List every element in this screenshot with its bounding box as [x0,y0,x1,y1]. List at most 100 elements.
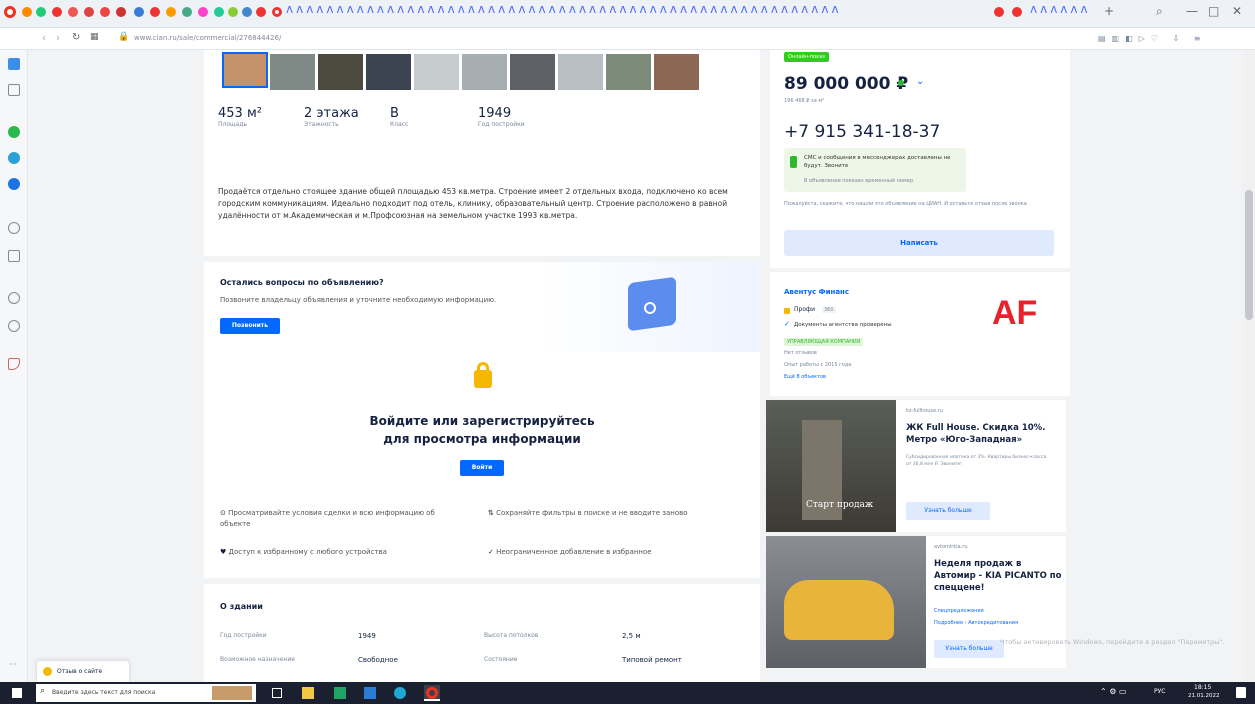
check-icon: ✓ [488,548,497,556]
tab-icon[interactable] [150,7,160,17]
history-icon[interactable] [8,320,20,332]
url-input[interactable]: www.cian.ru/sale/commercial/276844426/ [134,34,281,42]
ad-text-2[interactable]: Подробнее › Автокредитования [934,620,1018,626]
ad-button[interactable]: Узнать больше [906,502,990,520]
tab-icon[interactable] [182,7,192,17]
gallery-thumbnail[interactable] [414,54,459,90]
sidebar-tabs-icon[interactable] [8,58,20,70]
ad-block-2[interactable]: avtomirkia.ru Неделя продаж в Автомир - … [766,536,1066,668]
telegram-icon[interactable] [8,152,20,164]
gallery-thumbnail[interactable] [462,54,507,90]
back-icon[interactable]: ‹ [42,33,46,44]
ad-title[interactable]: ЖК Full House. Скидка 10%. Метро «Юго-За… [906,422,1060,446]
pin-icon[interactable] [8,358,20,370]
tab-icon[interactable] [116,7,126,17]
edge-icon[interactable] [394,687,406,699]
phone-number[interactable]: +7 915 341-18-37 [784,122,940,142]
search-tabs-icon[interactable]: ⌕ [1156,4,1163,19]
ad-title[interactable]: Неделя продаж в Автомир - KIA PICANTO по… [934,558,1062,594]
ad-domain[interactable]: avtomirkia.ru [934,544,968,550]
messenger-icon[interactable] [8,178,20,190]
tray-icons[interactable]: ⌃ ⚙ ▭ [1100,687,1127,696]
task-view-icon[interactable] [272,688,282,698]
tab-icon[interactable] [994,7,1004,17]
heart-icon[interactable] [8,292,20,304]
car-graphic [784,580,894,640]
maximize-button[interactable]: □ [1208,4,1219,18]
player-icon[interactable] [8,250,20,262]
language-indicator[interactable]: РУС [1154,688,1165,695]
tab-strip-right[interactable]: ʌʌʌʌʌʌ [1030,2,1100,22]
gallery-thumbnail[interactable] [366,54,411,90]
opera-icon[interactable] [424,685,440,701]
scrollbar[interactable] [1243,50,1255,682]
ad-block-1[interactable]: Старт продаж kz-fullhouse.ru ЖК Full Hou… [766,400,1066,532]
close-button[interactable]: ✕ [1232,4,1242,18]
gallery-thumbnail[interactable] [606,54,651,90]
tab-icon[interactable] [52,7,62,17]
tabs-grid-icon[interactable]: ▦ [90,32,99,42]
word-icon[interactable] [364,687,376,699]
tab-icon[interactable] [100,7,110,17]
forward-icon[interactable]: › [56,33,60,44]
tab-icon[interactable] [68,7,78,17]
ad-button[interactable]: Узнать больше [934,640,1004,658]
settings-icon[interactable] [8,222,20,234]
tab-icon[interactable] [198,7,208,17]
tab-icon[interactable] [214,7,224,17]
taskbar-app-icon[interactable] [302,687,314,699]
tab-icon[interactable] [166,7,176,17]
tab-icon[interactable] [22,7,32,17]
ad-text[interactable]: Спецпредложения [934,608,984,614]
about-value: Свободное [358,656,398,664]
feedback-button[interactable]: Отзыв о сайте [36,660,130,682]
tab-strip[interactable]: ʌʌʌʌʌʌʌʌʌʌʌʌʌʌʌʌʌʌʌʌʌʌʌʌʌʌʌʌʌʌʌʌʌʌʌʌʌʌʌʌ… [286,2,946,22]
clock-time[interactable]: 18:15 [1194,684,1211,691]
excel-icon[interactable] [334,687,346,699]
whatsapp-icon[interactable] [8,126,20,138]
gallery-thumbnail[interactable] [222,52,268,88]
about-key: Состояние [484,656,518,663]
tab-icon[interactable] [272,7,282,17]
tab-icon[interactable] [84,7,94,17]
tab-icon[interactable] [256,7,266,17]
gallery-thumbnail[interactable] [558,54,603,90]
minimize-button[interactable]: — [1186,4,1198,18]
price-per-meter: 196 468 ₽ за м² [784,98,825,104]
write-button[interactable]: Написать [784,230,1054,256]
gallery-thumbnail[interactable] [270,54,315,90]
price-trend-icon[interactable] [898,80,904,86]
check-icon: ✓ [784,320,790,328]
ad-car-image[interactable] [766,536,926,668]
tab-icon[interactable] [242,7,252,17]
gallery-thumbnail[interactable] [654,54,699,90]
gallery-thumbnail[interactable] [510,54,555,90]
taskbar-search-input[interactable]: ⌕ Введите здесь текст для поиска [36,684,256,702]
stat-label: Этажность [304,121,339,128]
tab-icon[interactable] [228,7,238,17]
agency-name[interactable]: Авентус Финанс [784,288,849,296]
windows-start-icon[interactable] [12,688,22,698]
more-icon[interactable]: ··· [9,660,17,669]
clock-date[interactable]: 21.01.2022 [1188,693,1220,699]
price-card: Онлайн-показ 89 000 000 ₽ ⌄ 196 468 ₽ за… [770,50,1070,268]
tab-icon[interactable] [36,7,46,17]
gallery-thumbnail[interactable] [318,54,363,90]
login-button[interactable]: Войти [460,460,504,476]
agency-more-link[interactable]: Ещё 8 объектов [784,374,826,380]
call-button[interactable]: Позвонить [220,318,280,334]
home-icon[interactable] [8,84,20,96]
chevron-down-icon[interactable]: ⌄ [916,76,924,87]
reload-icon[interactable]: ↻ [72,32,80,43]
browser-toolbar-icons[interactable]: ▤▥◧▷♡ ⇩ ≡ [1098,34,1238,44]
ad-domain[interactable]: kz-fullhouse.ru [906,408,943,414]
notifications-icon[interactable] [1236,687,1246,698]
scrollbar-thumb[interactable] [1245,190,1253,320]
tab-icon[interactable] [134,7,144,17]
tab-icon[interactable] [1012,7,1022,17]
price-value: 89 000 000 ₽ [784,74,909,94]
questions-card: Остались вопросы по объявлению? Позвонит… [204,262,760,352]
opera-logo-icon[interactable] [4,6,16,18]
ad-image[interactable]: Старт продаж [766,400,896,532]
new-tab-icon[interactable]: + [1104,4,1114,18]
